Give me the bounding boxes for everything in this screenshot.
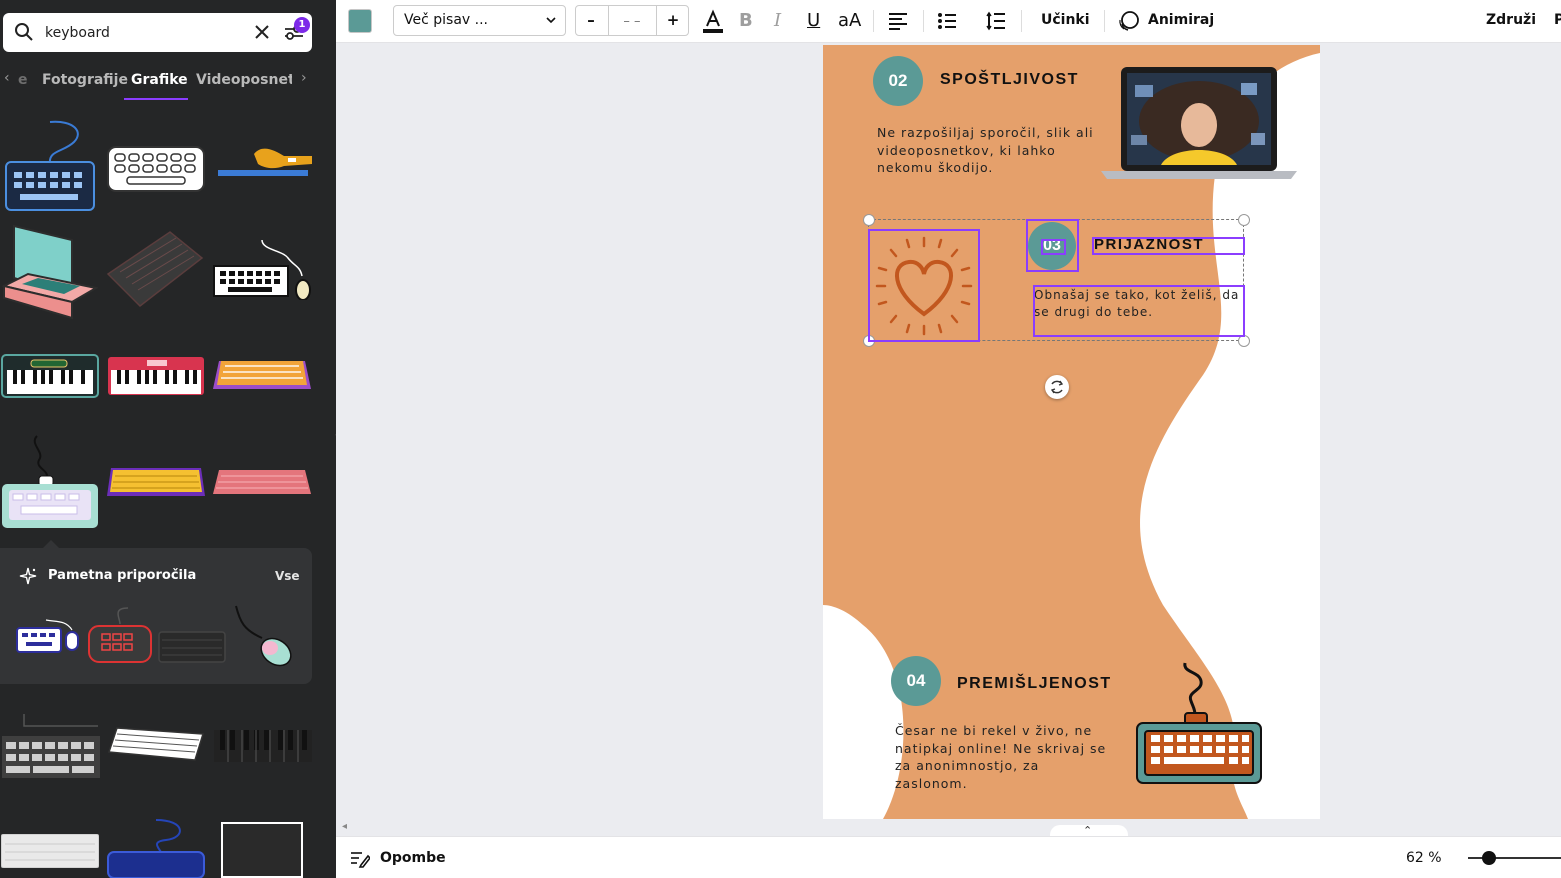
graphic-synth-red[interactable] bbox=[107, 356, 205, 396]
design-page[interactable]: 02 SPOŠTLJIVOST Ne razpošiljaj sporočil,… bbox=[823, 45, 1320, 819]
keyboard-graphic bbox=[1136, 662, 1262, 784]
graphic-keyboard-pink[interactable] bbox=[213, 468, 311, 496]
resize-handle[interactable] bbox=[863, 214, 875, 226]
rotate-handle[interactable] bbox=[1045, 375, 1069, 399]
horizontal-scrollbar[interactable]: ◂ bbox=[340, 821, 1561, 834]
suggest-keyboard-black[interactable] bbox=[158, 624, 226, 664]
text-color-swatch[interactable] bbox=[348, 9, 372, 33]
divider bbox=[1021, 10, 1022, 32]
editor-toolbar: Več pisav ... – + B I U aA Učinki Animir… bbox=[336, 0, 1561, 43]
line-spacing-icon[interactable] bbox=[986, 11, 1006, 31]
tab-prev-partial[interactable]: e bbox=[18, 72, 28, 88]
animate-icon[interactable] bbox=[1118, 10, 1140, 32]
tabs-next-icon[interactable]: › bbox=[301, 70, 307, 86]
section-body: Česar ne bi rekel v živo, ne natipkaj on… bbox=[895, 723, 1107, 791]
selected-badge-text-outline[interactable] bbox=[1041, 239, 1066, 255]
tab-graphics[interactable]: Grafike bbox=[131, 72, 188, 88]
section-number-badge: 04 bbox=[891, 656, 941, 706]
effects-button[interactable]: Učinki bbox=[1041, 12, 1090, 28]
selected-title-outline[interactable] bbox=[1092, 237, 1245, 255]
bottom-bar: Opombe 62 % bbox=[336, 836, 1561, 878]
panel-caret bbox=[43, 540, 59, 548]
graphic-keyboard-mint[interactable] bbox=[1, 434, 99, 530]
tab-photos[interactable]: Fotografije bbox=[42, 72, 128, 88]
bulleted-list-icon[interactable] bbox=[937, 12, 957, 30]
animate-button[interactable]: Animiraj bbox=[1148, 12, 1214, 28]
font-family-select[interactable]: Več pisav ... bbox=[393, 5, 566, 36]
selected-heart-outline[interactable] bbox=[868, 229, 980, 342]
font-size-input[interactable] bbox=[610, 11, 654, 31]
smart-suggestions-title: Pametna priporočila bbox=[48, 568, 197, 583]
clear-icon[interactable] bbox=[253, 23, 271, 41]
section-title: SPOŠTLJIVOST bbox=[940, 71, 1079, 88]
graphic-monitor-frame[interactable] bbox=[221, 822, 303, 878]
text-color-icon bbox=[703, 9, 723, 33]
graphic-keyboard-navy-cable[interactable] bbox=[106, 818, 206, 878]
section-title: PREMIŠLJENOST bbox=[957, 675, 1112, 692]
search-box[interactable]: 1 bbox=[3, 13, 312, 52]
rotate-icon bbox=[1050, 380, 1064, 394]
decrease-font-size-button[interactable]: – bbox=[576, 11, 606, 29]
divider bbox=[923, 10, 924, 32]
divider bbox=[1104, 10, 1105, 32]
text-color-button[interactable] bbox=[702, 9, 724, 35]
see-all-link[interactable]: Vse bbox=[275, 569, 300, 583]
sparkle-icon bbox=[19, 567, 37, 585]
align-left-icon[interactable] bbox=[888, 12, 908, 30]
underline-icon[interactable]: U bbox=[807, 10, 820, 31]
search-icon bbox=[15, 23, 33, 41]
increase-font-size-button[interactable]: + bbox=[658, 11, 688, 29]
canvas-workspace: 02 SPOŠTLJIVOST Ne razpošiljaj sporočil,… bbox=[336, 43, 1561, 835]
merge-button[interactable]: Združi bbox=[1486, 12, 1536, 28]
font-family-label: Več pisav ... bbox=[404, 12, 488, 28]
graphic-laptop-pink[interactable] bbox=[2, 222, 98, 320]
graphic-keyboard-lightgrey[interactable] bbox=[1, 834, 99, 868]
notes-icon[interactable] bbox=[350, 850, 370, 868]
graphic-keyboard-dark[interactable] bbox=[106, 228, 204, 308]
tab-videos[interactable]: Videoposnetki bbox=[196, 72, 292, 88]
graphic-synth-black[interactable] bbox=[1, 354, 99, 398]
graphic-keyboard-mouse-bw[interactable] bbox=[212, 236, 312, 300]
zoom-level[interactable]: 62 % bbox=[1406, 850, 1442, 866]
graphic-keyboard-white[interactable] bbox=[107, 146, 205, 192]
tabs-prev-icon[interactable]: ‹ bbox=[4, 70, 10, 86]
filter-count-badge: 1 bbox=[294, 17, 310, 33]
graphic-keyboard-sketch[interactable] bbox=[107, 726, 205, 762]
chevron-down-icon bbox=[546, 17, 556, 24]
bold-icon[interactable]: B bbox=[739, 10, 753, 31]
divider bbox=[873, 10, 874, 32]
laptop-photo bbox=[1101, 67, 1297, 179]
graphic-keyboard-grey[interactable] bbox=[2, 712, 100, 778]
graphic-piano-keys[interactable] bbox=[214, 730, 312, 762]
graphic-keyboard-orange[interactable] bbox=[213, 359, 311, 391]
graphic-keyboard-yellow[interactable] bbox=[107, 466, 205, 498]
italic-icon[interactable]: I bbox=[774, 10, 781, 31]
cut-off-button[interactable]: P bbox=[1554, 12, 1561, 28]
section-body: Ne razpošiljaj sporočil, slik ali videop… bbox=[877, 125, 1094, 175]
graphic-hand-typing[interactable] bbox=[214, 142, 312, 182]
notes-button[interactable]: Opombe bbox=[380, 850, 446, 866]
side-panel: 1 ‹ e Fotografije Grafike Videoposnetki … bbox=[0, 0, 336, 878]
category-tabs: ‹ e Fotografije Grafike Videoposnetki › bbox=[0, 64, 336, 102]
selected-body-outline[interactable] bbox=[1033, 285, 1245, 337]
resize-handle[interactable] bbox=[1238, 214, 1250, 226]
divider bbox=[656, 6, 657, 35]
font-size-control: – + bbox=[575, 5, 689, 36]
zoom-slider-knob[interactable] bbox=[1482, 851, 1496, 865]
suggest-keyboard-navy[interactable] bbox=[16, 618, 80, 658]
active-tab-indicator bbox=[124, 98, 188, 100]
suggest-mouse-mint[interactable] bbox=[232, 602, 296, 668]
smart-suggestions-panel: Pametna priporočila Vse bbox=[0, 540, 312, 684]
letter-case-icon[interactable]: aA bbox=[838, 10, 861, 31]
suggest-keyboard-red[interactable] bbox=[88, 606, 152, 664]
search-input[interactable] bbox=[45, 22, 235, 44]
graphic-keyboard-blue[interactable] bbox=[4, 112, 96, 212]
scroll-left-icon[interactable]: ◂ bbox=[342, 821, 347, 832]
section-number-badge: 02 bbox=[873, 56, 923, 106]
divider bbox=[608, 6, 609, 35]
